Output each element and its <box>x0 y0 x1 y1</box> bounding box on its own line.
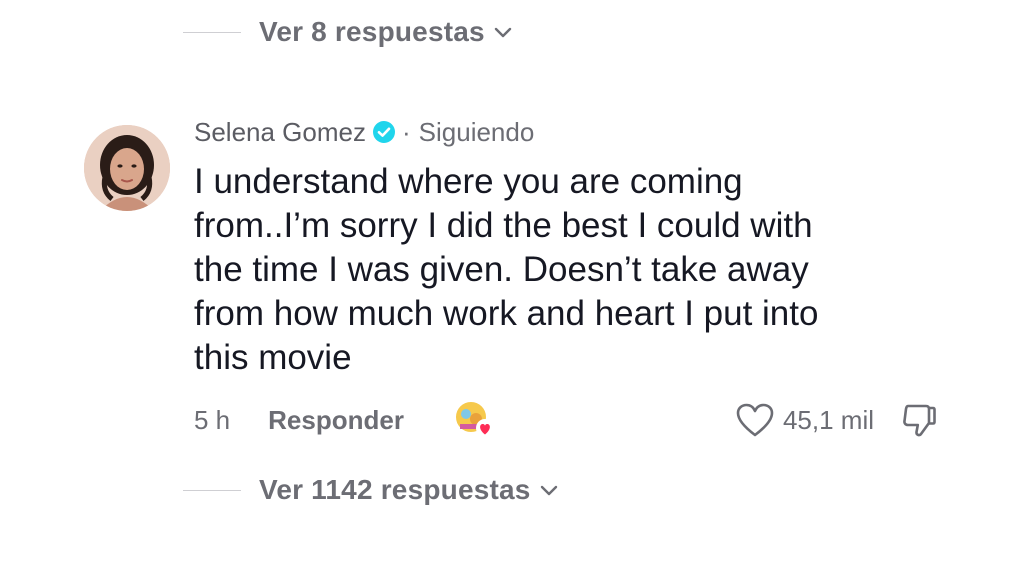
comment-header: Selena Gomez · Siguiendo <box>194 112 954 152</box>
comment-text: I understand where you are coming from..… <box>194 162 819 377</box>
reply-button[interactable]: Responder <box>268 405 404 436</box>
comment-timestamp: 5 h <box>194 404 231 435</box>
view-replies-label: Ver 1142 respuestas <box>259 474 531 505</box>
view-replies-button-main[interactable]: Ver 1142 respuestas <box>183 474 559 506</box>
verified-badge-icon <box>372 121 395 143</box>
username[interactable]: Selena Gomez <box>194 117 366 148</box>
replies-divider <box>183 489 241 491</box>
comment: Selena Gomez · Siguiendo I understand wh… <box>194 112 954 380</box>
view-replies-button[interactable]: Ver 8 respuestas <box>183 16 513 48</box>
reaction-controls: 45,1 mil <box>735 398 938 442</box>
chevron-down-icon <box>494 27 511 38</box>
header-separator: · <box>401 116 411 147</box>
like-button[interactable]: 45,1 mil <box>735 402 874 438</box>
thumbs-down-icon[interactable] <box>900 401 938 439</box>
view-replies-label: Ver 8 respuestas <box>259 16 485 47</box>
comment-thread: Ver 8 respuestas Selena Gomez · Siguiend… <box>0 0 1024 576</box>
like-count: 45,1 mil <box>782 404 874 435</box>
avatar[interactable] <box>84 125 170 211</box>
profile-photo <box>84 125 170 211</box>
comment-actions: 5 h Responder 45,1 mil <box>194 398 954 442</box>
heart-outline-icon <box>736 403 774 437</box>
creator-liked-avatar-icon <box>452 398 496 442</box>
replies-divider <box>183 31 241 33</box>
follow-status: Siguiendo <box>418 116 535 147</box>
chevron-down-icon <box>540 485 557 496</box>
